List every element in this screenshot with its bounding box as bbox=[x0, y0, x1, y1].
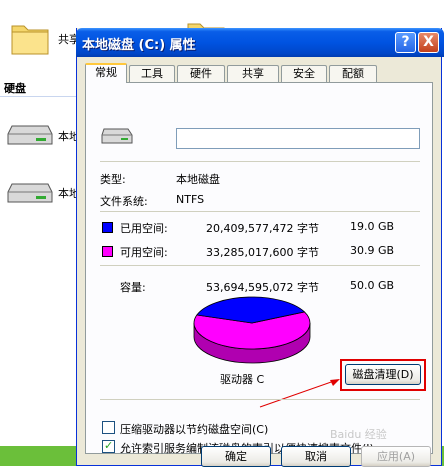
tab-security[interactable]: 安全 bbox=[281, 65, 327, 82]
tab-general[interactable]: 常规 bbox=[85, 63, 127, 83]
tab-tools[interactable]: 工具 bbox=[129, 65, 175, 82]
cleanup-highlight-frame: 磁盘清理(D) bbox=[340, 359, 426, 391]
section-divider bbox=[0, 96, 80, 97]
tab-quota[interactable]: 配额 bbox=[329, 65, 377, 82]
free-space-size: 30.9 GB bbox=[350, 244, 395, 257]
drive-icon[interactable] bbox=[6, 178, 54, 206]
free-space-label: 可用空间: bbox=[120, 246, 168, 259]
drive-icon bbox=[101, 128, 133, 144]
used-space-bytes: 20,409,577,472 字节 bbox=[206, 222, 319, 235]
close-button[interactable]: X bbox=[418, 32, 439, 53]
disk-usage-pie-chart bbox=[193, 296, 311, 364]
ok-button[interactable]: 确定 bbox=[201, 446, 271, 467]
used-space-label: 已用空间: bbox=[120, 222, 168, 235]
divider bbox=[100, 399, 420, 400]
cancel-button[interactable]: 取消 bbox=[281, 446, 351, 467]
filesystem-label: 文件系统: bbox=[100, 195, 148, 208]
used-space-swatch bbox=[102, 222, 113, 233]
type-label: 类型: bbox=[100, 173, 126, 186]
compress-checkbox[interactable] bbox=[102, 421, 115, 434]
tab-sharing[interactable]: 共享 bbox=[227, 65, 279, 82]
index-checkbox[interactable]: ✓ bbox=[102, 439, 115, 453]
general-tab-panel: 类型: 本地磁盘 文件系统: NTFS 已用空间: 20,409,577,472… bbox=[85, 82, 433, 455]
watermark: Baidu 经验 bbox=[330, 428, 387, 441]
free-space-bytes: 33,285,017,600 字节 bbox=[206, 246, 319, 259]
dialog-titlebar[interactable]: 本地磁盘 (C:) 属性 ? X bbox=[76, 28, 444, 57]
capacity-label: 容量: bbox=[120, 281, 146, 294]
capacity-size: 50.0 GB bbox=[350, 279, 395, 292]
tab-hardware[interactable]: 硬件 bbox=[177, 65, 225, 82]
divider bbox=[100, 265, 420, 266]
dialog-title: 本地磁盘 (C:) 属性 bbox=[82, 38, 196, 53]
free-space-swatch bbox=[102, 246, 113, 257]
disk-cleanup-button[interactable]: 磁盘清理(D) bbox=[345, 364, 421, 385]
apply-button[interactable]: 应用(A) bbox=[361, 446, 431, 467]
divider bbox=[100, 161, 420, 162]
divider bbox=[100, 211, 420, 212]
annotation-arrow bbox=[259, 379, 340, 408]
drive-icon[interactable] bbox=[6, 120, 54, 148]
taskbar-strip bbox=[0, 446, 80, 466]
filesystem-value: NTFS bbox=[176, 193, 205, 206]
type-value: 本地磁盘 bbox=[176, 173, 220, 186]
used-space-size: 19.0 GB bbox=[350, 220, 395, 233]
compress-checkbox-label[interactable]: 压缩驱动器以节约磁盘空间(C) bbox=[120, 421, 268, 437]
hard-disk-section-header: 硬盘 bbox=[4, 82, 26, 95]
properties-dialog: 本地磁盘 (C:) 属性 ? X 常规 工具 硬件 共享 安全 配额 类型: 本… bbox=[76, 28, 444, 467]
help-button[interactable]: ? bbox=[395, 32, 416, 53]
folder-icon[interactable] bbox=[10, 18, 50, 56]
volume-name-input[interactable] bbox=[176, 128, 420, 149]
